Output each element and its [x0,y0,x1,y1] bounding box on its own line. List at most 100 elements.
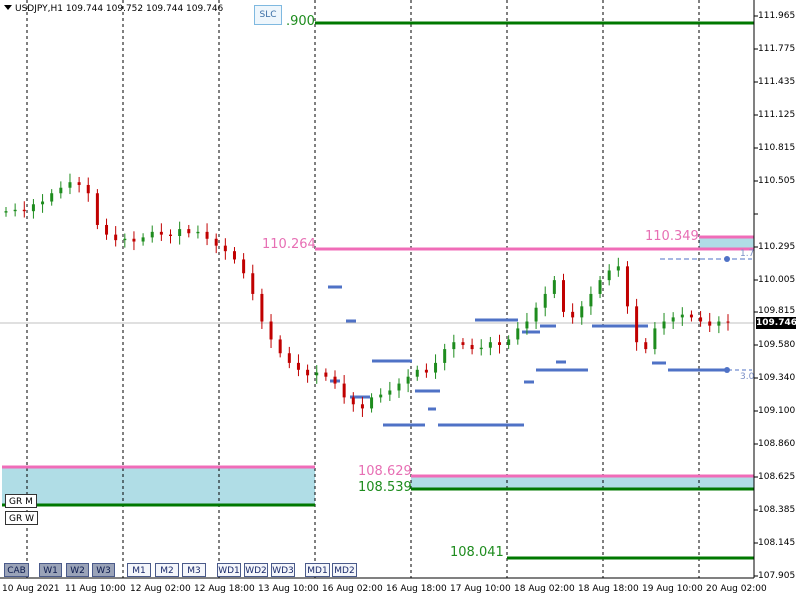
candle-body [370,397,374,409]
candle-body [689,314,693,318]
dropdown-triangle-icon[interactable] [4,5,12,10]
candle-body [77,182,81,185]
candle-body [717,321,721,326]
time-label: 10 Aug 2021 [2,584,60,594]
candle-body [342,383,346,398]
candle-body [415,369,419,377]
wd1-button[interactable]: WD1 [217,563,241,577]
candle-body [616,266,620,271]
candle-body [498,342,502,345]
w2-button[interactable]: W2 [66,563,89,577]
candle-body [22,209,26,212]
label-green-bottom: 108.041 [450,545,504,560]
candle-body [59,187,63,194]
gr-w-button[interactable]: GR W [5,511,38,525]
candle-body [607,270,611,281]
candle-body [333,376,337,384]
label-right-upper: 1.7 [740,249,755,259]
current-price-tag: 109.746 [756,317,797,329]
candle-body [461,342,465,345]
candle-body [68,182,72,188]
candle-body [360,404,364,409]
candle-body [516,328,520,340]
wd3-button[interactable]: WD3 [271,563,295,577]
time-label: 11 Aug 10:00 [65,584,126,594]
label-pink-left: 110.264 [262,237,316,252]
chart-title-text: USDJPY,H1 109.744 109.752 109.744 109.74… [15,4,224,14]
time-label: 12 Aug 02:00 [130,584,191,594]
md1-button[interactable]: MD1 [305,563,330,577]
candle-body [507,339,511,345]
candle-body [443,349,447,363]
price-label: 108.145 [758,538,796,548]
candle-body [169,234,173,236]
candle-body [223,245,227,252]
time-label: 12 Aug 18:00 [194,584,255,594]
m2-button[interactable]: M2 [155,563,179,577]
candle-body [278,339,282,354]
slc-button[interactable]: SLC [254,5,282,25]
candle-body [324,372,328,377]
candle-body [86,184,90,194]
candle-body [351,397,355,405]
candle-body [726,321,730,323]
candle-body [287,353,291,363]
price-label: 111.775 [758,44,796,54]
md2-button[interactable]: MD2 [332,563,357,577]
candle-body [105,224,109,235]
w1-button[interactable]: W1 [39,563,62,577]
candle-body [50,193,54,202]
candle-body [708,321,712,326]
candle-body [196,231,200,234]
label-green-low: 108.539 [358,480,412,495]
label-top-green: .900 [286,14,315,29]
candle-body [41,201,45,205]
candle-body [132,238,136,242]
candle-body [662,321,666,329]
candle-body [187,229,191,234]
candle-body [379,394,383,398]
candle-body [178,229,182,236]
candle-body [580,306,584,318]
candle-body [141,237,145,242]
candle-body [232,251,236,260]
time-label: 18 Aug 18:00 [578,584,639,594]
candle-body [699,317,703,322]
price-label: 108.385 [758,505,796,515]
time-label: 13 Aug 10:00 [258,584,319,594]
price-label: 109.815 [758,306,796,316]
m1-button[interactable]: M1 [127,563,151,577]
cab-button[interactable]: CAB [4,563,29,577]
candle-body [653,328,657,350]
candle-body [388,390,392,395]
candle-body [296,362,300,370]
time-label: 17 Aug 10:00 [450,584,511,594]
time-label: 20 Aug 02:00 [706,584,767,594]
m3-button[interactable]: M3 [182,563,206,577]
blue-dot-upper [724,256,730,262]
w3-button[interactable]: W3 [92,563,115,577]
candle-body [644,342,648,350]
candle-body [434,362,438,373]
candle-body [680,314,684,318]
price-label: 109.580 [758,340,796,350]
candle-body [251,273,255,294]
candle-body [214,238,218,246]
candle-body [470,344,474,350]
candle-body [598,280,602,294]
candle-body [31,204,35,212]
candle-body [150,231,154,238]
price-label: 109.340 [758,373,796,383]
candle-body [561,280,565,312]
wd2-button[interactable]: WD2 [244,563,268,577]
gr-m-button[interactable]: GR M [5,494,37,508]
candle-body [488,342,492,348]
candle-body [552,280,556,294]
candle-body [406,376,410,384]
price-chart[interactable] [0,0,800,600]
candle-body [4,211,8,213]
candle-body [534,307,538,322]
candle-body [13,209,17,212]
candle-body [397,383,401,391]
candle-body [543,293,547,308]
